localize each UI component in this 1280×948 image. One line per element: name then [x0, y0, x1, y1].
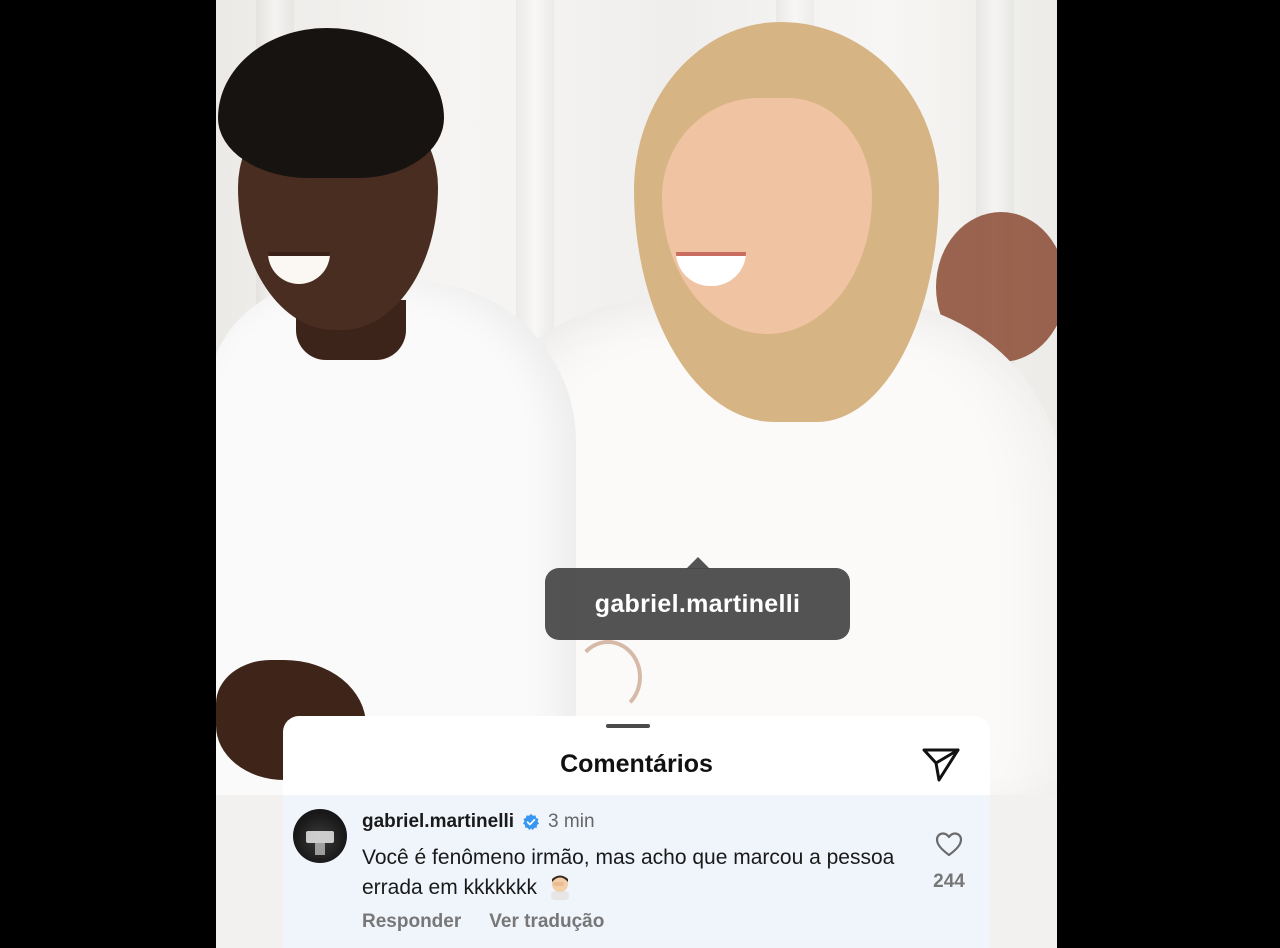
comment-text: Você é fenômeno irmão, mas acho que marc…	[362, 846, 895, 899]
verified-badge-icon	[523, 813, 540, 831]
drag-handle[interactable]	[606, 724, 650, 728]
like-count: 244	[933, 871, 965, 892]
see-translation-button[interactable]: Ver tradução	[489, 911, 604, 933]
avatar[interactable]	[293, 809, 347, 863]
user-tag-bubble[interactable]: gabriel.martinelli	[545, 557, 850, 640]
tag-username: gabriel.martinelli	[594, 589, 801, 618]
comment-time: 3 min	[548, 811, 595, 832]
paper-plane-icon[interactable]	[921, 746, 961, 784]
like-control[interactable]: 244	[927, 831, 971, 893]
comment-item: gabriel.martinelli 3 min Você é fenômeno…	[283, 795, 990, 948]
comments-sheet: Comentários gabriel.martinelli 3 min Voc…	[283, 716, 990, 948]
comment-text-block: Você é fenômeno irmão, mas acho que marc…	[362, 843, 922, 902]
heart-icon[interactable]	[935, 831, 963, 857]
man-facepalm-emoji	[550, 875, 569, 900]
comment-username[interactable]: gabriel.martinelli	[362, 811, 514, 833]
person-left-hair	[218, 28, 444, 178]
post-frame: gabriel.martinelli Comentários gabriel.m…	[216, 0, 1057, 948]
reply-button[interactable]: Responder	[362, 911, 461, 933]
comments-title: Comentários	[560, 750, 713, 778]
post-photo[interactable]: gabriel.martinelli	[216, 0, 1057, 795]
bracelet	[574, 640, 642, 714]
